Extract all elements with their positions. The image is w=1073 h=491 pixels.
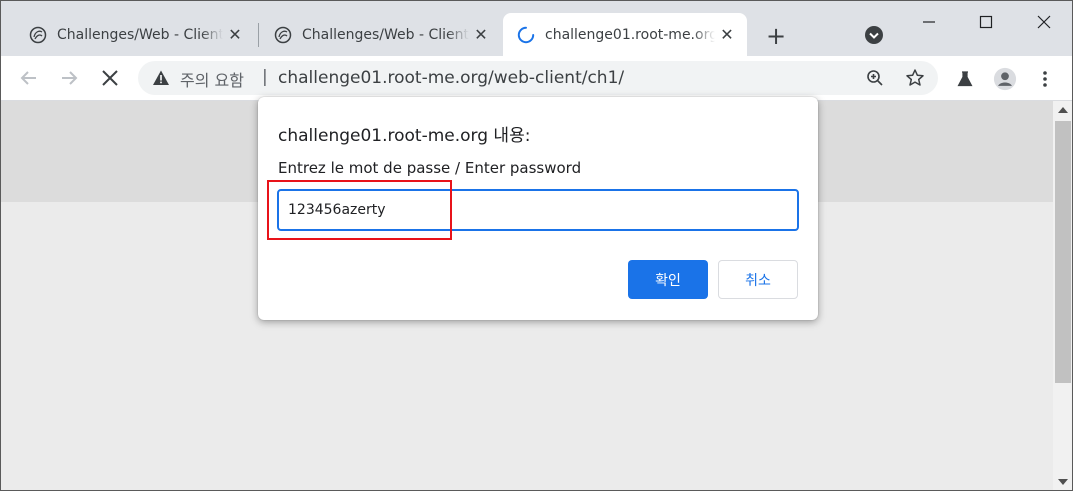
- prompt-dialog: challenge01.root-me.org 내용: Entrez le mo…: [258, 97, 818, 320]
- stop-x-icon: [102, 70, 118, 86]
- minimize-icon: [923, 21, 935, 23]
- tab-strip: Challenges/Web - Client ✕ Challenges/Web…: [1, 1, 1072, 56]
- zoom-in-icon: [867, 70, 883, 86]
- tab-close-icon[interactable]: ✕: [223, 23, 247, 47]
- labs-button[interactable]: [953, 67, 977, 91]
- maximize-icon: [979, 15, 993, 29]
- tab-search-button[interactable]: [864, 25, 884, 45]
- vertical-scrollbar[interactable]: [1053, 101, 1072, 490]
- back-button[interactable]: [15, 64, 43, 92]
- browser-toolbar: 주의 요함 | challenge01.root-me.org/web-clie…: [1, 56, 1072, 101]
- bookmark-button[interactable]: [905, 68, 925, 88]
- flask-icon: [957, 71, 973, 87]
- zoom-button[interactable]: [865, 68, 885, 88]
- new-tab-button[interactable]: +: [762, 22, 790, 50]
- menu-button[interactable]: [1033, 67, 1057, 91]
- omnibox-divider: |: [262, 67, 268, 87]
- tab-close-icon[interactable]: ✕: [715, 23, 739, 47]
- root-me-icon: [274, 26, 292, 44]
- window-close-button[interactable]: [1029, 7, 1059, 37]
- ok-button[interactable]: 확인: [628, 260, 708, 299]
- avatar-icon: [993, 67, 1017, 91]
- tab-challenges-web-client-2[interactable]: Challenges/Web - Client ✕: [246, 13, 501, 56]
- browser-window: Challenges/Web - Client ✕ Challenges/Web…: [0, 0, 1073, 491]
- back-arrow-icon: [20, 71, 36, 85]
- cancel-button[interactable]: 취소: [718, 260, 798, 299]
- tab-search-icon: [865, 26, 883, 44]
- window-close-icon: [1037, 15, 1051, 29]
- root-me-icon: [29, 26, 47, 44]
- url-text[interactable]: challenge01.root-me.org/web-client/ch1/: [278, 68, 624, 88]
- forward-arrow-icon: [62, 71, 78, 85]
- tab-title: Challenges/Web - Client: [57, 26, 223, 43]
- tab-title: challenge01.root-me.org: [545, 26, 715, 43]
- tab-title: Challenges/Web - Client: [302, 26, 469, 43]
- scroll-up-arrow-icon[interactable]: [1058, 107, 1068, 113]
- star-icon: [906, 69, 924, 86]
- password-input[interactable]: [277, 189, 799, 231]
- profile-button[interactable]: [993, 67, 1017, 91]
- tab-challenge01-active[interactable]: challenge01.root-me.org ✕: [503, 13, 747, 56]
- security-status-label[interactable]: 주의 요함: [180, 67, 244, 91]
- scroll-down-arrow-icon[interactable]: [1058, 479, 1068, 485]
- forward-button[interactable]: [55, 64, 83, 92]
- warning-triangle-icon[interactable]: [152, 69, 170, 87]
- address-bar[interactable]: 주의 요함 | challenge01.root-me.org/web-clie…: [138, 61, 938, 95]
- tab-challenges-web-client-1[interactable]: Challenges/Web - Client ✕: [1, 13, 255, 56]
- kebab-menu-icon: [1043, 71, 1047, 87]
- minimize-button[interactable]: [914, 7, 944, 37]
- maximize-button[interactable]: [971, 7, 1001, 37]
- dialog-message: Entrez le mot de passe / Enter password: [278, 159, 582, 177]
- loading-spinner-icon: [517, 26, 535, 44]
- tab-close-icon[interactable]: ✕: [469, 23, 493, 47]
- stop-loading-button[interactable]: [96, 64, 124, 92]
- dialog-title: challenge01.root-me.org 내용:: [278, 126, 531, 146]
- scroll-thumb[interactable]: [1055, 121, 1071, 383]
